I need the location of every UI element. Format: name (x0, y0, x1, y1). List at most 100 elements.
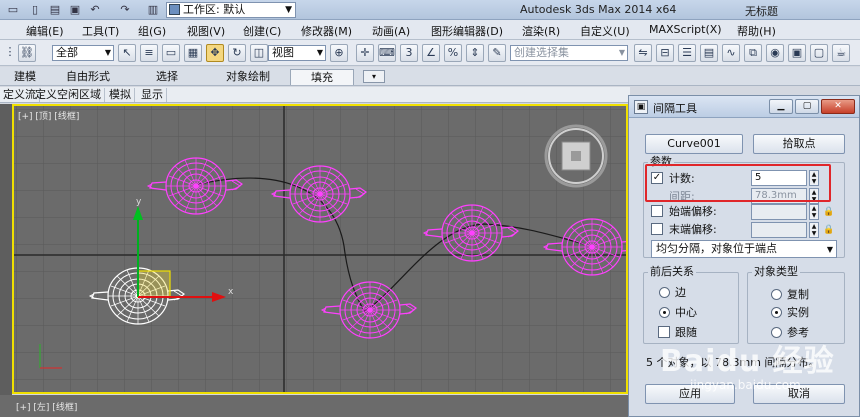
project-folder-icon[interactable]: ▥ (146, 3, 160, 17)
app-logo-icon[interactable]: ▭ (6, 3, 20, 17)
curve-editor-icon[interactable]: ∿ (722, 44, 740, 62)
snap-toggle-icon[interactable]: 3 (400, 44, 418, 62)
start-offset-checkbox[interactable] (651, 205, 663, 217)
menu-group[interactable]: 组(G) (138, 23, 166, 39)
menu-customize[interactable]: 自定义(U) (580, 23, 630, 39)
reference-coord-dropdown[interactable]: 视图 ▼ (268, 45, 326, 61)
menu-animation[interactable]: 动画(A) (372, 23, 410, 39)
new-file-icon[interactable]: ▯ (28, 3, 42, 17)
workspace-label: 工作区: 默认 (183, 3, 246, 16)
tab-selection[interactable]: 选择 (148, 69, 186, 85)
graphite-toggle-icon[interactable]: ▤ (700, 44, 718, 62)
menu-create[interactable]: 创建(C) (243, 23, 281, 39)
submenu-display[interactable]: 显示 (138, 88, 167, 102)
top-viewport[interactable]: [+] [顶] [线框] y x (12, 104, 628, 394)
save-icon[interactable]: ▣ (68, 3, 82, 17)
edit-named-selection-icon[interactable]: ✎ (488, 44, 506, 62)
start-offset-input[interactable] (751, 204, 807, 220)
svg-text:y: y (136, 197, 142, 207)
tab-freeform[interactable]: 自由形式 (58, 69, 118, 85)
radio-instance[interactable] (771, 307, 782, 318)
select-object-icon[interactable]: ↖ (118, 44, 136, 62)
workspace-dropdown[interactable]: 工作区: 默认 ▼ (166, 2, 296, 18)
app-title: Autodesk 3ds Max 2014 x64 (520, 3, 677, 16)
distribution-select[interactable]: 均匀分隔，对象位于端点 ▼ (651, 240, 837, 258)
end-offset-input[interactable] (751, 222, 807, 238)
dialog-title-bar[interactable]: ▣ 间隔工具 ▁ ▢ ✕ (629, 96, 859, 118)
material-editor-icon[interactable]: ◉ (766, 44, 784, 62)
keyboard-shortcut-icon[interactable]: ⌨ (378, 44, 396, 62)
mirror-icon[interactable]: ⇋ (634, 44, 652, 62)
selection-filter-dropdown[interactable]: 全部 ▼ (52, 45, 114, 61)
menu-tools[interactable]: 工具(T) (82, 23, 119, 39)
workspace-icon (169, 4, 180, 15)
label-centers: 中心 (675, 306, 697, 319)
menu-edit[interactable]: 编辑(E) (26, 23, 64, 39)
pick-points-button[interactable]: 拾取点 (753, 134, 845, 154)
dialog-icon: ▣ (634, 100, 648, 114)
selection-region-icon[interactable]: ▭ (162, 44, 180, 62)
spinner-snap-icon[interactable]: ⇕ (466, 44, 484, 62)
toolbar-grip-icon: ⋮ (4, 45, 16, 58)
close-icon[interactable]: ✕ (821, 99, 855, 114)
label-edges: 边 (675, 286, 686, 299)
tab-modeling[interactable]: 建模 (6, 69, 44, 85)
menu-views[interactable]: 视图(V) (187, 23, 225, 39)
title-bar: ▭ ▯ ▤ ▣ ↶ ↷ ▥ 工作区: 默认 ▼ Autodesk 3ds Max… (0, 0, 860, 20)
window-crossing-icon[interactable]: ▦ (184, 44, 202, 62)
populate-submenu: 定义流 定义空闲区域 模拟 显示 (0, 87, 630, 103)
select-by-name-icon[interactable]: ≡ (140, 44, 158, 62)
pivot-center-icon[interactable]: ⊕ (330, 44, 348, 62)
document-title: 无标题 (745, 5, 778, 18)
bottom-viewport-label[interactable]: [+] [左] [线框] (16, 400, 77, 413)
layer-manager-icon[interactable]: ☰ (678, 44, 696, 62)
select-move-icon[interactable]: ✥ (206, 44, 224, 62)
submenu-define-idle-areas[interactable]: 定义空闲区域 (32, 88, 105, 102)
select-rotate-icon[interactable]: ↻ (228, 44, 246, 62)
ribbon-options-icon[interactable]: ▾ (363, 70, 385, 83)
pick-path-button[interactable]: Curve001 (645, 134, 743, 154)
tab-populate[interactable]: 填充 (290, 69, 354, 85)
menu-maxscript[interactable]: MAXScript(X) (649, 23, 722, 36)
left-panel-edge (0, 104, 12, 395)
select-manipulate-icon[interactable]: ✛ (356, 44, 374, 62)
viewport-label[interactable]: [+] [顶] [线框] (18, 109, 79, 122)
svg-text:x: x (228, 287, 234, 297)
redo-icon[interactable]: ↷ (118, 3, 132, 17)
object-type-title: 对象类型 (752, 265, 800, 278)
menu-modifiers[interactable]: 修改器(M) (301, 23, 352, 39)
menu-rendering[interactable]: 渲染(R) (522, 23, 560, 39)
chevron-down-icon: ▼ (104, 48, 111, 57)
open-file-icon[interactable]: ▤ (48, 3, 62, 17)
undo-icon[interactable]: ↶ (88, 3, 102, 17)
lock-icon[interactable]: 🔒 (823, 224, 834, 236)
rendered-frame-icon[interactable]: ▢ (810, 44, 828, 62)
move-gizmo-plane[interactable] (137, 270, 171, 298)
count-highlight-box (645, 164, 831, 202)
radio-copy[interactable] (771, 289, 782, 300)
menu-help[interactable]: 帮助(H) (737, 23, 776, 39)
selection-filter-value: 全部 (56, 46, 78, 59)
render-production-icon[interactable]: ☕ (832, 44, 850, 62)
schematic-view-icon[interactable]: ⧉ (744, 44, 762, 62)
align-icon[interactable]: ⊟ (656, 44, 674, 62)
end-offset-checkbox[interactable] (651, 223, 663, 235)
start-offset-spinner[interactable]: ▲ ▼ (809, 204, 819, 220)
radio-edges[interactable] (659, 287, 670, 298)
submenu-simulate[interactable]: 模拟 (106, 88, 135, 102)
maximize-icon[interactable]: ▢ (795, 99, 819, 114)
minimize-icon[interactable]: ▁ (769, 99, 793, 114)
select-scale-icon[interactable]: ◫ (250, 44, 268, 62)
lock-icon[interactable]: 🔒 (823, 206, 834, 218)
percent-snap-icon[interactable]: % (444, 44, 462, 62)
render-setup-icon[interactable]: ▣ (788, 44, 806, 62)
tab-object-paint[interactable]: 对象绘制 (218, 69, 278, 85)
end-offset-spinner[interactable]: ▲ ▼ (809, 222, 819, 238)
named-selection-dropdown[interactable]: 创建选择集 ▼ (510, 45, 628, 61)
label-copy: 复制 (787, 288, 809, 301)
angle-snap-icon[interactable]: ∠ (422, 44, 440, 62)
radio-centers[interactable] (659, 307, 670, 318)
link-icon[interactable]: ⛓ (18, 44, 36, 62)
menu-graph-editors[interactable]: 图形编辑器(D) (431, 23, 503, 39)
main-toolbar: ⋮ ⛓ 全部 ▼ ↖ ≡ ▭ ▦ ✥ ↻ ◫ 视图 ▼ ⊕ ✛ ⌨ 3 ∠ % … (0, 40, 860, 66)
